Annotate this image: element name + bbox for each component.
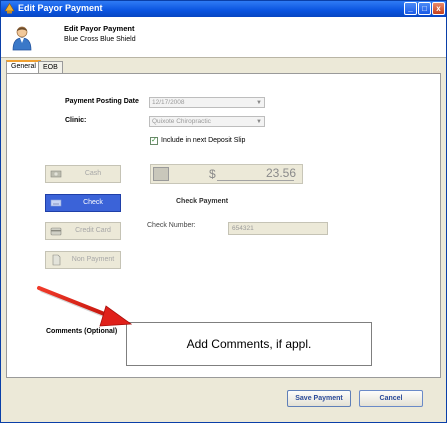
window-title: Edit Payor Payment	[18, 3, 103, 13]
non-payment-label: Non Payment	[71, 256, 115, 263]
comments-label: Comments (Optional)	[46, 328, 118, 335]
amount-field[interactable]: $ 23.56	[150, 164, 303, 184]
general-panel: Payment Posting Date 12/17/2008 ▼ Clinic…	[6, 73, 441, 378]
chevron-down-icon: ▼	[256, 119, 262, 125]
credit-card-icon	[50, 227, 62, 236]
deposit-slip-checkbox[interactable]: ✓	[150, 137, 158, 145]
credit-card-button[interactable]: Credit Card	[45, 222, 121, 240]
check-payment-heading: Check Payment	[176, 198, 229, 205]
currency-symbol: $	[209, 167, 216, 181]
user-icon	[12, 26, 32, 51]
check-button[interactable]: Check	[45, 194, 121, 212]
minimize-button[interactable]: _	[404, 2, 417, 15]
amount-value: 23.56	[265, 166, 296, 180]
tab-eob[interactable]: EOB	[38, 61, 63, 73]
cancel-button[interactable]: Cancel	[359, 390, 423, 407]
payor-name: Blue Cross Blue Shield	[64, 36, 136, 43]
posting-date-value: 12/17/2008	[152, 99, 185, 106]
check-number-value: 654321	[232, 225, 254, 232]
amount-underline	[217, 180, 294, 181]
minimize-icon: _	[408, 4, 413, 13]
clinic-select[interactable]: Quixote Chiropractic ▼	[149, 116, 265, 127]
app-icon	[4, 3, 15, 14]
title-bar[interactable]: Edit Payor Payment _ □ x	[1, 1, 446, 17]
header-title: Edit Payor Payment	[64, 24, 135, 33]
comments-textarea[interactable]: Add Comments, if appl.	[126, 322, 372, 366]
credit-card-label: Credit Card	[75, 227, 111, 234]
tab-eob-label: EOB	[43, 64, 58, 71]
tab-general[interactable]: General	[6, 60, 41, 73]
check-icon	[50, 199, 62, 207]
edit-payor-payment-window: Edit Payor Payment _ □ x Edit Payor Paym…	[0, 0, 447, 423]
maximize-button[interactable]: □	[418, 2, 431, 15]
cash-button[interactable]: Cash	[45, 165, 121, 183]
dialog-header: Edit Payor Payment Blue Cross Blue Shiel…	[1, 17, 446, 58]
non-payment-button[interactable]: Non Payment	[45, 251, 121, 269]
close-button[interactable]: x	[432, 2, 445, 15]
check-number-field[interactable]: 654321	[228, 222, 328, 235]
clinic-value: Quixote Chiropractic	[152, 118, 211, 125]
deposit-slip-label: Include in next Deposit Slip	[161, 137, 246, 144]
maximize-icon: □	[422, 4, 427, 13]
posting-date-label: Payment Posting Date	[65, 98, 139, 105]
document-icon	[52, 254, 61, 266]
cancel-label: Cancel	[379, 395, 403, 402]
chevron-down-icon: ▼	[256, 100, 262, 106]
save-payment-button[interactable]: Save Payment	[287, 390, 351, 407]
close-icon: x	[436, 4, 441, 13]
save-payment-label: Save Payment	[295, 395, 343, 402]
check-label: Check	[83, 199, 103, 206]
cash-label: Cash	[84, 170, 102, 177]
check-number-label: Check Number:	[147, 222, 196, 229]
clinic-label: Clinic:	[65, 117, 87, 124]
cash-icon	[50, 170, 62, 178]
posting-date-field[interactable]: 12/17/2008 ▼	[149, 97, 265, 108]
comments-value: Add Comments, if appl.	[186, 337, 312, 351]
calculator-icon[interactable]	[153, 167, 169, 181]
tab-general-label: General	[11, 63, 36, 70]
